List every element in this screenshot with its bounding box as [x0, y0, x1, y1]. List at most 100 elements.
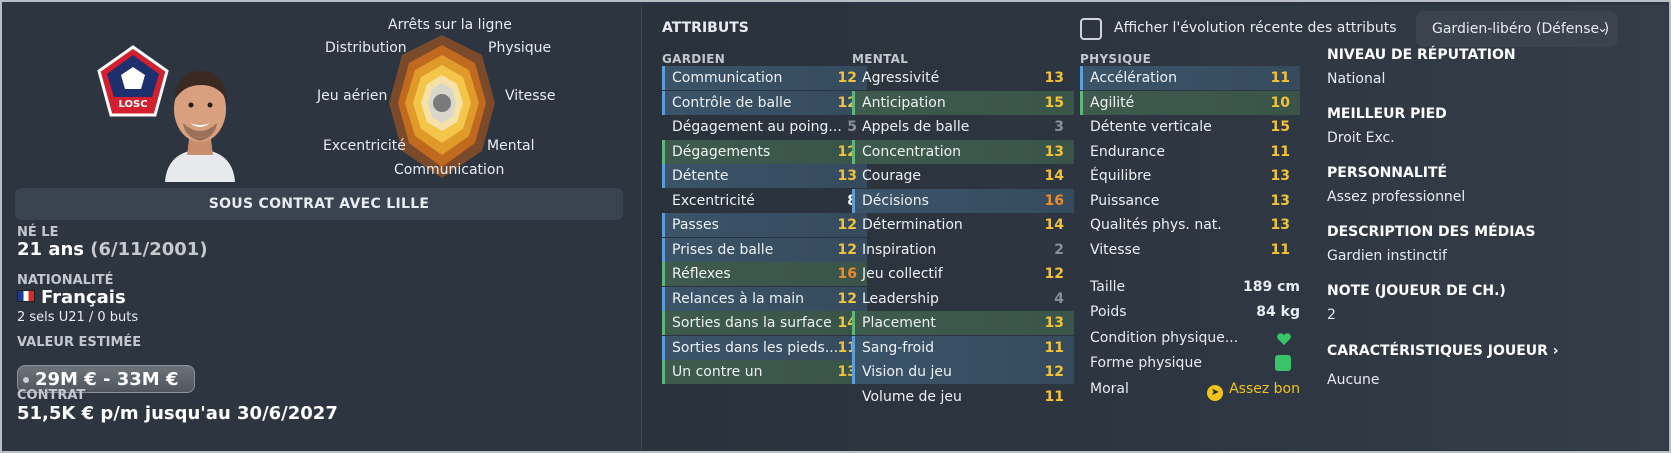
- physical-attribute-row[interactable]: Détente verticale 15: [1080, 115, 1300, 139]
- radar-label-bottom-right: Mental: [487, 138, 535, 154]
- attribute-value: 11: [1270, 70, 1290, 86]
- attribute-value: 14: [1044, 217, 1064, 233]
- nationality-value: Français: [41, 287, 126, 308]
- attribute-name: Sorties dans la surface: [672, 315, 832, 331]
- mental-attribute-row[interactable]: Agressivité 13: [852, 66, 1074, 90]
- goalkeeper-attribute-row[interactable]: Un contre un 13: [662, 360, 867, 384]
- height-label: Taille: [1090, 279, 1126, 295]
- attribute-value: 3: [1054, 119, 1064, 135]
- attribute-radar-chart: Arrêts sur la ligne Distribution Physiqu…: [317, 13, 625, 185]
- age-row: 21 ans (6/11/2001): [17, 239, 208, 260]
- mental-attribute-row[interactable]: Appels de balle 3: [852, 115, 1074, 139]
- attribute-name: Volume de jeu: [862, 388, 962, 405]
- mental-attribute-row[interactable]: Volume de jeu 11: [852, 385, 1074, 409]
- attribute-value: 2: [1054, 241, 1064, 258]
- goalkeeper-attribute-row[interactable]: Contrôle de balle 12: [662, 90, 867, 115]
- mental-attribute-row[interactable]: Vision du jeu 12: [852, 360, 1074, 384]
- attribute-name: Vitesse: [1090, 241, 1141, 258]
- physical-attribute-row[interactable]: Équilibre 13: [1080, 164, 1300, 188]
- chevron-down-icon: ⌄: [1597, 21, 1608, 36]
- goalkeeper-attribute-row[interactable]: Dégagements 12: [662, 139, 867, 164]
- attribute-value: 13: [1044, 143, 1064, 160]
- player-profile-frame: LOSC Arrêts sur la ligne Distribution Ph…: [0, 0, 1671, 453]
- show-evolution-label[interactable]: Afficher l'évolution récente des attribu…: [1114, 20, 1397, 36]
- mental-attribute-row[interactable]: Anticipation 15: [852, 90, 1074, 115]
- attribute-name: Sorties dans les pieds...: [672, 339, 839, 356]
- attribute-name: Contrôle de balle: [672, 94, 792, 111]
- form-row[interactable]: Forme physique: [1090, 351, 1300, 375]
- goalkeeper-attribute-row[interactable]: Sorties dans les pieds... 11: [662, 335, 867, 360]
- attribute-name: Leadership: [862, 290, 939, 307]
- role-select[interactable]: Gardien-libéro (Défense ) ⌄: [1416, 11, 1618, 47]
- reputation-label: NIVEAU DE RÉPUTATION: [1327, 47, 1516, 63]
- goalkeeper-attribute-row[interactable]: Dégagement au poing... 5: [662, 115, 867, 139]
- attribute-name: Excentricité: [672, 192, 755, 209]
- best-foot-label: MEILLEUR PIED: [1327, 106, 1447, 122]
- goalkeeper-attribute-row[interactable]: Détente 13: [662, 164, 867, 188]
- physical-attribute-row[interactable]: Qualités phys. nat. 13: [1080, 213, 1300, 237]
- rating-value: 2: [1327, 307, 1336, 323]
- attribute-name: Équilibre: [1090, 168, 1152, 184]
- radar-label-right: Vitesse: [505, 88, 556, 104]
- france-flag-icon: [17, 290, 35, 302]
- mental-attribute-row[interactable]: Courage 14: [852, 164, 1074, 188]
- attribute-name: Agilité: [1090, 94, 1135, 111]
- attribute-value: 12: [1044, 364, 1064, 380]
- mental-attribute-row[interactable]: Sang-froid 11: [852, 335, 1074, 360]
- personality-label: PERSONNALITÉ: [1327, 165, 1448, 181]
- radar-label-bottom: Communication: [394, 162, 505, 177]
- attribute-name: Réflexes: [672, 266, 731, 282]
- height-value: 189 cm: [1243, 279, 1300, 295]
- rating-label: NOTE (JOUEUR DE CH.): [1327, 283, 1506, 299]
- condition-label: Condition physique...: [1090, 330, 1239, 346]
- physical-attribute-row[interactable]: Accélération 11: [1080, 66, 1300, 90]
- attribute-name: Détente: [672, 168, 729, 184]
- player-traits-link[interactable]: CARACTÉRISTIQUES JOUEUR ›: [1327, 343, 1559, 359]
- physical-attribute-row[interactable]: Vitesse 11: [1080, 238, 1300, 262]
- attribute-value: 11: [1270, 241, 1290, 258]
- estimated-value: 29M € - 33M €: [35, 369, 179, 390]
- attribute-value: 4: [1054, 290, 1064, 307]
- morale-value-wrap: ➤ Assez bon: [1207, 377, 1300, 401]
- attribute-name: Détente verticale: [1090, 119, 1212, 135]
- mental-attribute-row[interactable]: Placement 13: [852, 311, 1074, 335]
- condition-row[interactable]: Condition physique...: [1090, 326, 1300, 350]
- radar-label-top: Arrêts sur la ligne: [388, 17, 512, 33]
- attribute-value: 10: [1270, 94, 1290, 111]
- nationality-label: NATIONALITÉ: [17, 273, 114, 288]
- nationality-row[interactable]: Français: [17, 287, 126, 308]
- goalkeeper-attribute-row[interactable]: Relances à la main 12: [662, 286, 867, 311]
- radar-label-top-left: Distribution: [325, 40, 407, 56]
- goalkeeper-attribute-row[interactable]: Excentricité8: [662, 189, 867, 213]
- physical-attribute-row[interactable]: Agilité 10: [1080, 90, 1300, 115]
- goalkeeper-attribute-row[interactable]: Passes 12: [662, 213, 867, 237]
- morale-row[interactable]: Moral ➤ Assez bon: [1090, 377, 1300, 401]
- attribute-name: Concentration: [862, 143, 962, 160]
- physical-attribute-row[interactable]: Endurance 11: [1080, 140, 1300, 164]
- media-description-value: Gardien instinctif: [1327, 248, 1447, 264]
- show-evolution-checkbox[interactable]: [1080, 18, 1102, 40]
- attribute-name: Un contre un: [672, 364, 763, 380]
- best-foot-value: Droit Exc.: [1327, 130, 1395, 146]
- thumbs-up-icon: [1275, 355, 1291, 371]
- goalkeeper-attribute-row[interactable]: Réflexes 16: [662, 262, 867, 286]
- role-select-value: Gardien-libéro (Défense ): [1432, 21, 1610, 37]
- mental-attribute-row[interactable]: Décisions 16: [852, 188, 1074, 213]
- mental-attribute-row[interactable]: Concentration 13: [852, 139, 1074, 164]
- svg-text:LOSC: LOSC: [118, 99, 147, 110]
- attribute-name: Qualités phys. nat.: [1090, 217, 1222, 233]
- contract-value: 51,5K € p/m jusqu'au 30/6/2027: [17, 403, 338, 424]
- media-description-label: DESCRIPTION DES MÉDIAS: [1327, 224, 1536, 240]
- mental-attribute-row[interactable]: Leadership 4: [852, 287, 1074, 311]
- mental-column-head: MENTAL: [852, 52, 909, 66]
- attribute-name: Sang-froid: [862, 339, 934, 356]
- mental-attribute-row[interactable]: Jeu collectif 12: [852, 262, 1074, 286]
- goalkeeper-attribute-row[interactable]: Sorties dans la surface 14: [662, 311, 867, 335]
- weight-value: 84 kg: [1256, 304, 1300, 320]
- attribute-value: 11: [1044, 339, 1064, 356]
- mental-attribute-row[interactable]: Détermination 14: [852, 213, 1074, 237]
- mental-attribute-row[interactable]: Inspiration 2: [852, 238, 1074, 262]
- goalkeeper-attribute-row[interactable]: Prises de balle 12: [662, 237, 867, 262]
- physical-attribute-row[interactable]: Puissance 13: [1080, 189, 1300, 213]
- goalkeeper-attribute-row[interactable]: Communication 12: [662, 66, 867, 90]
